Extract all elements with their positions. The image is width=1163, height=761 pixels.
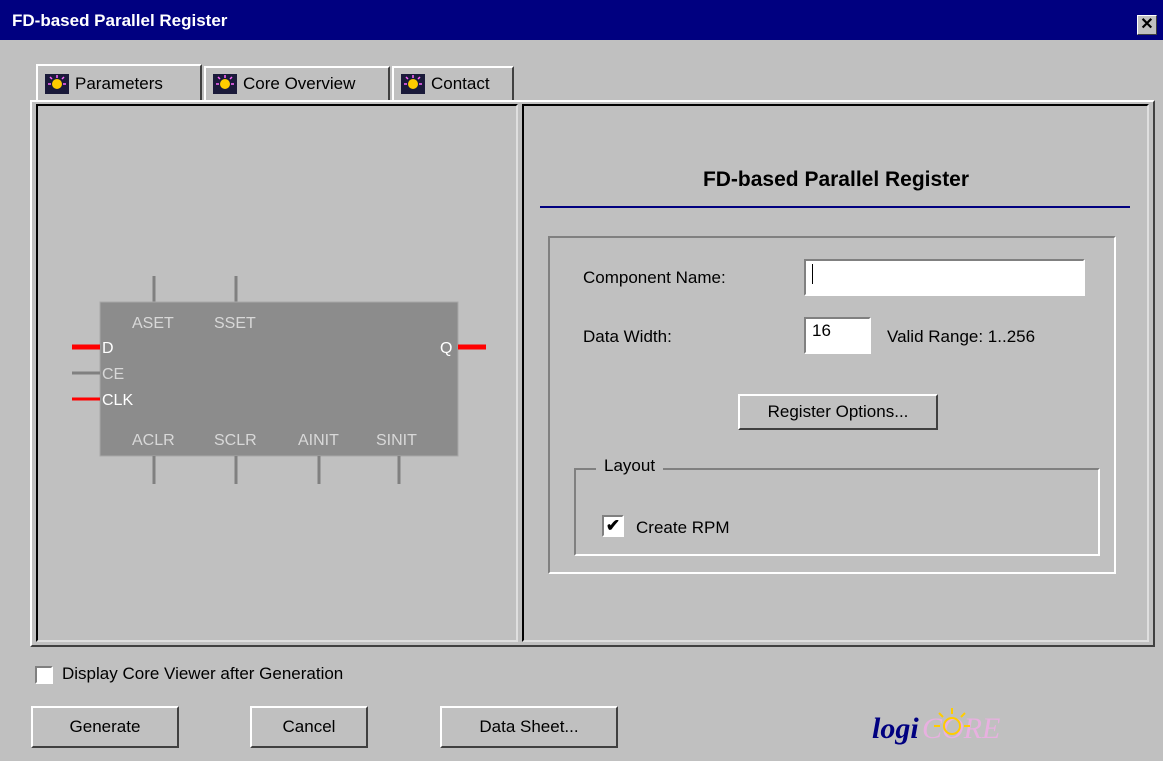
- pin-label-aset: ASET: [132, 315, 174, 332]
- pin-label-ainit: AINIT: [298, 432, 339, 449]
- cancel-button[interactable]: Cancel: [250, 706, 368, 748]
- tab-label: Contact: [431, 74, 490, 93]
- form-heading: FD-based Parallel Register: [702, 168, 970, 191]
- data-width-label: Data Width:: [583, 327, 672, 346]
- symbol-panel: ASET SSET D CE CLK Q ACLR SCLR AINIT SIN…: [36, 104, 518, 642]
- data-width-field[interactable]: 16: [804, 317, 871, 354]
- tab-core-overview[interactable]: Core Overview: [204, 66, 390, 100]
- layout-group: [574, 468, 1100, 556]
- create-rpm-checkbox[interactable]: ✔: [602, 515, 624, 537]
- title-bar: FD-based Parallel Register ✕: [0, 0, 1163, 40]
- close-button[interactable]: ✕: [1137, 15, 1157, 35]
- component-name-field[interactable]: [804, 259, 1085, 296]
- logo-text-left: logi: [872, 712, 919, 745]
- generate-button[interactable]: Generate: [31, 706, 179, 748]
- display-viewer-checkbox[interactable]: [35, 666, 53, 684]
- tab-parameters[interactable]: Parameters: [36, 64, 202, 102]
- create-rpm-label: Create RPM: [636, 518, 730, 537]
- register-options-button[interactable]: Register Options...: [738, 394, 938, 430]
- logicore-logo: logi CORE: [872, 706, 1042, 752]
- logicore-bulb-icon: [401, 74, 425, 94]
- pin-label-sset: SSET: [214, 315, 256, 332]
- pin-label-sclr: SCLR: [214, 432, 257, 449]
- logicore-bulb-icon: [213, 74, 237, 94]
- window-title: FD-based Parallel Register: [12, 11, 228, 30]
- pin-label-d: D: [102, 340, 114, 357]
- datasheet-button[interactable]: Data Sheet...: [440, 706, 618, 748]
- logicore-bulb-icon: [45, 74, 69, 94]
- layout-legend: Layout: [596, 456, 664, 476]
- register-symbol: ASET SSET D CE CLK Q ACLR SCLR AINIT SIN…: [72, 276, 486, 484]
- tab-label: Core Overview: [243, 74, 356, 93]
- pin-label-ce: CE: [102, 366, 124, 383]
- logo-sun-icon: [934, 708, 970, 735]
- pin-label-q: Q: [440, 340, 452, 357]
- pin-label-clk: CLK: [102, 392, 133, 409]
- component-name-label: Component Name:: [583, 268, 726, 287]
- tab-contact[interactable]: Contact: [392, 66, 514, 100]
- valid-range-text: Valid Range: 1..256: [887, 327, 1036, 346]
- pin-label-sinit: SINIT: [376, 432, 417, 449]
- text-cursor: [812, 263, 813, 284]
- display-viewer-label: Display Core Viewer after Generation: [62, 664, 344, 683]
- pin-label-aclr: ACLR: [132, 432, 175, 449]
- heading-rule: [540, 206, 1130, 208]
- data-width-value: 16: [812, 321, 831, 340]
- tab-label: Parameters: [75, 74, 163, 93]
